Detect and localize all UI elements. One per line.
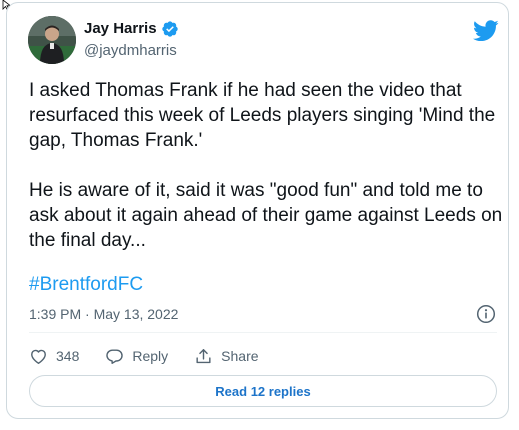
tweet-text: I asked Thomas Frank if he had seen the … — [29, 78, 507, 253]
read-replies-button[interactable]: Read 12 replies — [29, 375, 497, 407]
tweet-paragraph: He is aware of it, said it was "good fun… — [29, 180, 503, 251]
twitter-bird-icon[interactable] — [473, 20, 499, 42]
divider — [29, 332, 497, 333]
tweet-timestamp[interactable]: 1:39 PM · May 13, 2022 — [29, 305, 178, 323]
avatar[interactable] — [28, 16, 76, 64]
share-label: Share — [221, 348, 259, 364]
profile-photo-icon — [28, 16, 76, 64]
author-display-name[interactable]: Jay Harris — [84, 19, 157, 38]
share-button[interactable]: Share — [194, 347, 259, 366]
author-handle[interactable]: @jaydmharris — [84, 41, 177, 60]
hashtag-link[interactable]: #BrentfordFC — [29, 272, 143, 297]
tweet-actions: 348 Reply Share — [29, 345, 259, 367]
like-button[interactable]: 348 — [29, 347, 79, 366]
info-icon[interactable] — [476, 304, 496, 324]
author-name-row[interactable]: Jay Harris — [84, 19, 179, 38]
tweet-paragraph: I asked Thomas Frank if he had seen the … — [29, 80, 496, 151]
tweet-card: Jay Harris @jaydmharris I asked Thomas F… — [6, 2, 509, 419]
heart-icon — [31, 349, 46, 364]
verified-badge-icon — [161, 20, 178, 37]
reply-button[interactable]: Reply — [105, 347, 168, 366]
speech-bubble-icon — [106, 348, 124, 364]
like-count: 348 — [56, 348, 80, 364]
reply-label: Reply — [132, 348, 169, 364]
share-upload-icon — [196, 348, 211, 363]
